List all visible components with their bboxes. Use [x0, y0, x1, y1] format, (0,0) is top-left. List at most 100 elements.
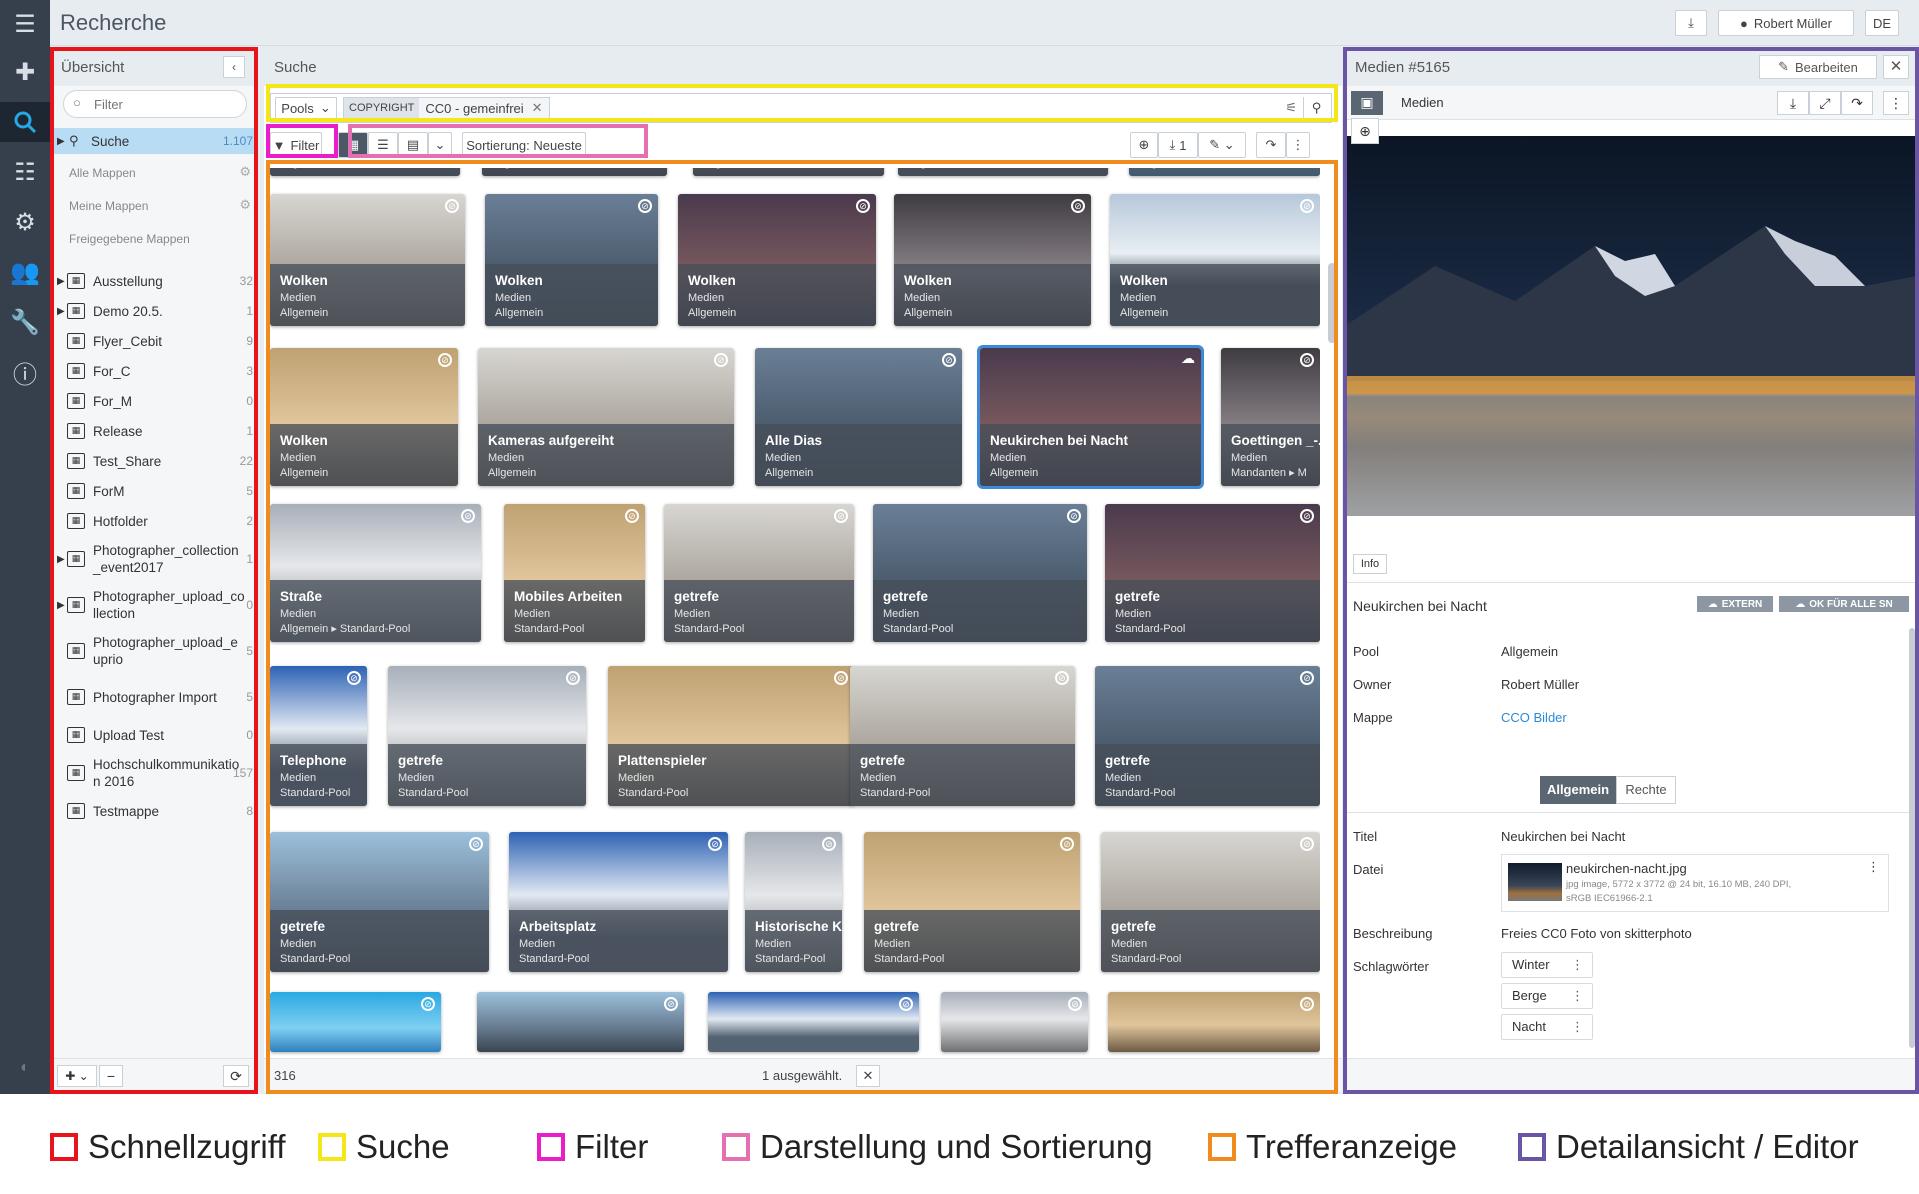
wrench-icon[interactable]: 🔧	[0, 302, 50, 342]
folder-item[interactable]: ▦ Testmappe 8	[51, 796, 255, 826]
refresh-icon[interactable]: ⟳	[223, 1065, 249, 1087]
view-options-icon[interactable]: ⌄	[428, 132, 452, 158]
result-card[interactable]: ⊘	[477, 992, 684, 1052]
shared-folders-label[interactable]: Freigegebene Mappen	[69, 232, 190, 246]
result-card[interactable]: getrefe Medien Standard-Pool ⊘	[1101, 832, 1320, 972]
result-card[interactable]: Wolken Medien Allgemein ⊘	[485, 194, 658, 326]
filter-button[interactable]: ▼ Filter	[270, 132, 322, 158]
folder-item[interactable]: ▦ For_C 3	[51, 356, 255, 386]
folder-item[interactable]: ▦ Hotfolder 2	[51, 506, 255, 536]
folder-item[interactable]: ▶ ▦ Demo 20.5. 1	[51, 296, 255, 326]
folder-link[interactable]: CCO Bilder	[1501, 710, 1567, 725]
info-icon[interactable]: ⓘ	[0, 352, 50, 392]
close-icon[interactable]: ✕	[532, 100, 549, 116]
result-card[interactable]: Neukirchen bei Nacht Medien Allgemein ☁	[977, 345, 1204, 489]
folder-item[interactable]: ▶ ▦ Photographer_upload_collection 0	[51, 582, 255, 628]
more-icon[interactable]: ⋮	[1571, 1015, 1584, 1039]
close-icon[interactable]: ✕	[1883, 55, 1909, 79]
table-view-icon[interactable]: ▤	[398, 132, 428, 158]
detail-tab-media[interactable]: Medien	[1401, 95, 1444, 110]
share-icon[interactable]: ↷	[1256, 132, 1286, 158]
keyword-tag[interactable]: Berge ⋮	[1501, 983, 1593, 1009]
file-card[interactable]: neukirchen-nacht.jpg jpg image, 5772 x 3…	[1501, 854, 1889, 912]
result-card[interactable]: MedienAllgemein⊘	[693, 168, 884, 176]
keyword-tag[interactable]: Winter ⋮	[1501, 952, 1593, 978]
gear-icon[interactable]: ⚙	[239, 197, 251, 213]
download-icon[interactable]: ⤓	[1777, 91, 1809, 115]
tab-general[interactable]: Allgemein	[1540, 776, 1616, 804]
result-card[interactable]: Plattenspieler Medien Standard-Pool ⊘	[608, 666, 854, 806]
fullscreen-icon[interactable]: ⤢	[1809, 91, 1841, 115]
folder-item[interactable]: ▦ Flyer_Cebit 9	[51, 326, 255, 356]
result-card[interactable]: ⊘	[1108, 992, 1320, 1052]
scrollbar-thumb[interactable]	[1328, 263, 1336, 343]
edit-menu-icon[interactable]: ✎ ⌄	[1198, 132, 1246, 158]
keyword-tag[interactable]: Nacht ⋮	[1501, 1014, 1593, 1040]
expand-icon[interactable]: ▶	[57, 276, 65, 287]
add-circle-icon[interactable]: ⊕	[1130, 132, 1158, 158]
result-card[interactable]: Wolken Medien Allgemein ⊘	[894, 194, 1091, 326]
more-icon[interactable]: ⋮	[1571, 984, 1584, 1008]
folder-item[interactable]: ▦ Photographer_upload_euprio 5	[51, 628, 255, 674]
result-card[interactable]: getrefe Medien Standard-Pool ⊘	[850, 666, 1075, 806]
result-card[interactable]: Wolken Medien Allgemein ⊘	[678, 194, 876, 326]
expand-icon[interactable]: ▶	[57, 600, 65, 611]
sliders-icon[interactable]: ⚟	[1285, 97, 1297, 119]
folder-item[interactable]: ▦ Release 1	[51, 416, 255, 446]
info-button[interactable]: Info	[1353, 554, 1387, 574]
expand-icon[interactable]: ▶	[57, 306, 65, 317]
copyright-chip[interactable]: COPYRIGHT CC0 - gemeinfrei ✕	[343, 97, 550, 119]
folder-item[interactable]: ▶ ▦ Ausstellung 32	[51, 266, 255, 296]
result-card[interactable]: MedienAllgemein⊘	[898, 168, 1108, 176]
result-card[interactable]: ⊘	[941, 992, 1088, 1052]
zoom-icon[interactable]: ⊕	[1351, 118, 1379, 144]
grid-view-icon[interactable]: ▦	[338, 132, 368, 158]
more-icon[interactable]: ⋮	[1867, 859, 1880, 875]
search-submit-icon[interactable]: ⚲	[1303, 97, 1329, 119]
gear-icon[interactable]: ⚙	[239, 164, 251, 180]
download-button[interactable]: ⤓ 1	[1158, 132, 1198, 158]
image-icon[interactable]: ▣	[1351, 91, 1383, 115]
folder-item[interactable]: ▶ ▦ Photographer_collection_event2017 1	[51, 536, 255, 582]
result-card[interactable]: MedienAllgemein⊘	[270, 168, 460, 176]
result-card[interactable]: Alle Dias Medien Allgemein ⊘	[755, 348, 962, 486]
result-card[interactable]: ⊘	[270, 992, 441, 1052]
result-card[interactable]: MedienAllgemein⊘	[1129, 168, 1320, 176]
result-card[interactable]: Arbeitsplatz Medien Standard-Pool ⊘	[509, 832, 728, 972]
add-icon[interactable]: ✚	[0, 52, 50, 92]
folder-item[interactable]: ▦ Test_Share 22	[51, 446, 255, 476]
result-card[interactable]: ⊘	[708, 992, 919, 1052]
sort-dropdown[interactable]: Sortierung: Neueste	[462, 132, 586, 158]
my-folders-label[interactable]: Meine Mappen	[69, 199, 148, 213]
result-card[interactable]: Telephone Medien Standard-Pool ⊘	[270, 666, 367, 806]
result-card[interactable]: getrefe Medien Standard-Pool ⊘	[1095, 666, 1320, 806]
more-icon[interactable]: ⋮	[1883, 91, 1909, 115]
expand-icon[interactable]: ▶	[57, 554, 65, 565]
result-card[interactable]: Historische Kamera Medien Standard-Pool ⊘	[745, 832, 842, 972]
settings-icon[interactable]: ⚙	[0, 202, 50, 242]
remove-folder-button[interactable]: −	[99, 1065, 123, 1087]
result-card[interactable]: getrefe Medien Standard-Pool ⊘	[270, 832, 489, 972]
users-icon[interactable]: 👥	[0, 252, 50, 292]
more-icon[interactable]: ⋮	[1571, 953, 1584, 977]
result-card[interactable]: getrefe Medien Standard-Pool ⊘	[873, 504, 1087, 642]
folder-item[interactable]: ▦ Photographer Import 5	[51, 674, 255, 720]
result-card[interactable]: Mobiles Arbeiten Medien Standard-Pool ⊘	[504, 504, 645, 642]
result-card[interactable]: MedienAllgemein⊘	[482, 168, 667, 176]
search-icon[interactable]	[0, 102, 50, 142]
user-menu-button[interactable]: ● Robert Müller	[1718, 10, 1854, 36]
folder-item[interactable]: ▦ Upload Test 0	[51, 720, 255, 750]
result-card[interactable]: Kameras aufgereiht Medien Allgemein ⊘	[478, 348, 734, 486]
folder-item[interactable]: ▦ ForM 5	[51, 476, 255, 506]
pools-dropdown[interactable]: Pools ⌄	[275, 97, 337, 119]
result-card[interactable]: Wolken Medien Allgemein ⊘	[1110, 194, 1320, 326]
sidebar-item-search[interactable]: ▶ ⚲ Suche 1.107	[51, 128, 255, 154]
list-view-icon[interactable]: ☰	[368, 132, 398, 158]
folder-item[interactable]: ▦ For_M 0	[51, 386, 255, 416]
result-card[interactable]: getrefe Medien Standard-Pool ⊘	[388, 666, 586, 806]
result-card[interactable]: Straße Medien Allgemein ▸ Standard-Pool ⊘	[270, 504, 481, 642]
result-card[interactable]: getrefe Medien Standard-Pool ⊘	[1105, 504, 1320, 642]
sidebar-filter-input[interactable]	[63, 90, 247, 118]
collapse-icon[interactable]: ‹	[223, 56, 245, 78]
result-card[interactable]: Wolken Medien Allgemein ⊘	[270, 348, 458, 486]
